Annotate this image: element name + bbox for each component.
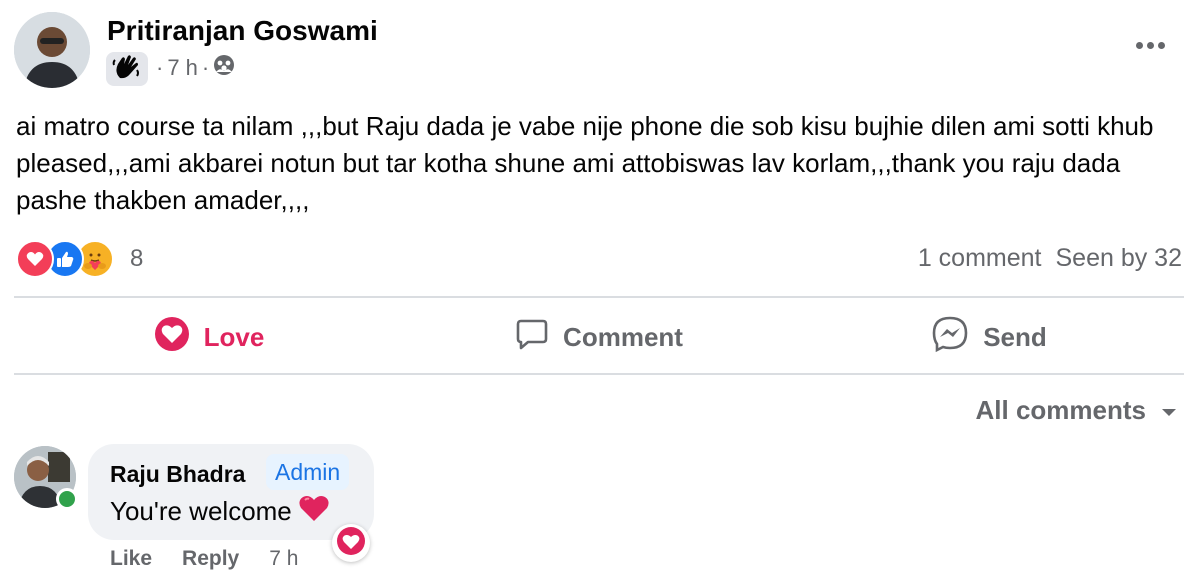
reaction-count: 8 xyxy=(130,245,144,272)
post-text: ai matro course ta nilam ,,,but Raju dad… xyxy=(16,111,1154,215)
divider-top xyxy=(14,296,1184,298)
post-action-bar: Love Comment Send xyxy=(14,300,1184,374)
comment-reaction-badge[interactable] xyxy=(332,524,370,562)
post-stats: 1 comment Seen by 32 xyxy=(918,244,1182,273)
chevron-down-icon xyxy=(1160,395,1178,426)
comment-text-row: You're welcome xyxy=(110,494,330,529)
meta-separator: · xyxy=(156,55,164,80)
comment-button[interactable]: Comment xyxy=(404,300,794,374)
comments-filter-label: All comments xyxy=(975,395,1147,425)
comment-time[interactable]: 7 h xyxy=(269,547,298,571)
comment-like-button[interactable]: Like xyxy=(110,547,152,571)
dot xyxy=(1135,41,1143,49)
comments-filter-dropdown[interactable]: All comments xyxy=(976,395,1179,426)
love-button[interactable]: Love xyxy=(14,300,404,374)
love-reaction-icon xyxy=(336,526,366,561)
dot xyxy=(1157,41,1165,49)
comment-icon xyxy=(515,317,549,358)
group-icon xyxy=(213,54,235,82)
love-button-label: Love xyxy=(203,321,265,352)
send-button[interactable]: Send xyxy=(794,300,1184,374)
comment-text: You're welcome xyxy=(110,496,292,526)
more-options-button[interactable] xyxy=(1132,30,1168,60)
reaction-summary[interactable]: 8 xyxy=(16,240,143,278)
comment-reply-button[interactable]: Reply xyxy=(182,547,239,571)
post-author-name[interactable]: Pritiranjan Goswami xyxy=(107,15,378,47)
post-time[interactable]: 7 h xyxy=(167,55,198,81)
comment-count[interactable]: 1 comment xyxy=(918,244,1042,273)
comment-author-name[interactable]: Raju Bhadra xyxy=(110,461,245,488)
love-reaction-icon xyxy=(16,240,54,278)
author-avatar[interactable] xyxy=(14,12,90,88)
meta-separator-2: · xyxy=(201,55,210,80)
red-heart-emoji-icon xyxy=(298,494,330,529)
comment-button-label: Comment xyxy=(563,321,683,352)
seen-count[interactable]: Seen by 32 xyxy=(1056,244,1183,273)
divider-bottom xyxy=(14,373,1184,375)
dot xyxy=(1146,41,1154,49)
messenger-icon xyxy=(931,315,969,360)
heart-icon xyxy=(154,316,190,359)
post-meta: · 7 h · xyxy=(156,54,235,82)
comment-actions: Like Reply 7 h xyxy=(110,547,298,571)
admin-badge: Admin xyxy=(266,454,350,490)
online-status-dot xyxy=(56,488,78,510)
waving-hand-icon xyxy=(112,54,142,85)
send-button-label: Send xyxy=(983,321,1047,352)
group-badge[interactable] xyxy=(106,52,148,86)
